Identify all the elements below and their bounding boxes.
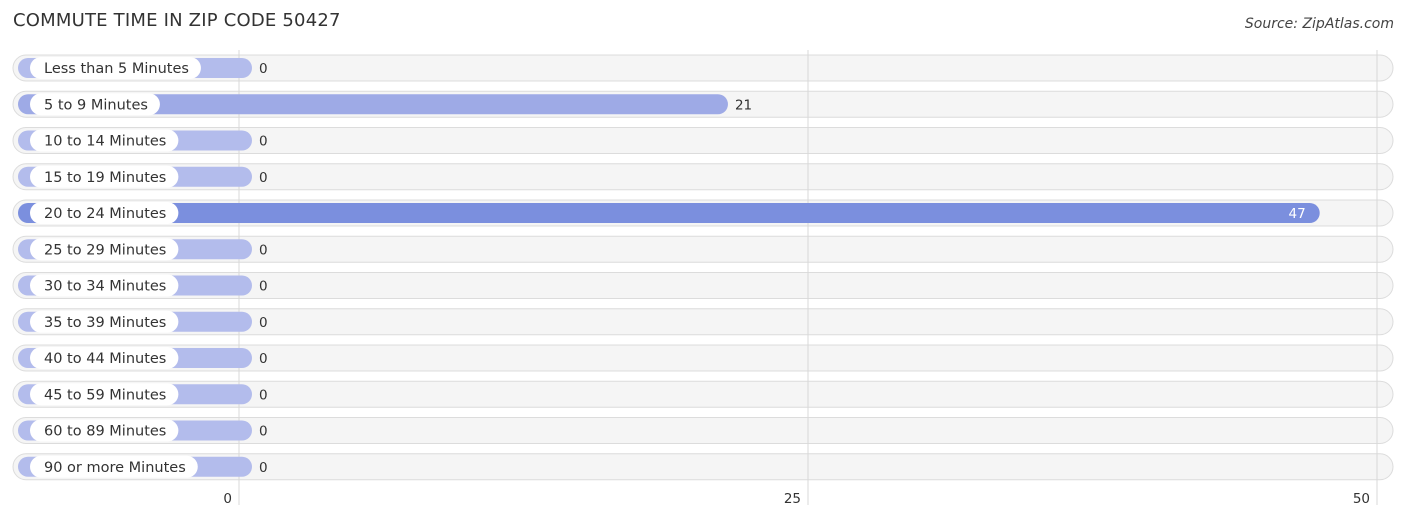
value-label: 0 [259,315,268,331]
category-label: 90 or more Minutes [44,460,186,476]
value-label: 0 [259,351,268,367]
x-tick-label: 25 [784,491,801,507]
category-label: 20 to 24 Minutes [44,206,166,222]
value-label: 47 [1289,206,1306,222]
category-label: 35 to 39 Minutes [44,315,166,331]
category-label: 25 to 29 Minutes [44,242,166,258]
category-label: 15 to 19 Minutes [44,170,166,186]
category-label: Less than 5 Minutes [44,61,189,77]
value-label: 0 [259,424,268,440]
value-label: 0 [259,242,268,258]
x-tick-label: 0 [223,491,232,507]
value-label: 0 [259,134,268,150]
category-label: 40 to 44 Minutes [44,351,166,367]
category-label: 10 to 14 Minutes [44,134,166,150]
category-label: 45 to 59 Minutes [44,387,166,403]
category-label: 5 to 9 Minutes [44,97,148,113]
bar [18,203,1320,223]
value-label: 0 [259,61,268,77]
bar-chart: Less than 5 Minutes 0 5 to 9 Minutes 21 10 t… [12,50,1394,507]
value-label: 21 [735,97,752,113]
value-label: 0 [259,387,268,403]
category-label: 60 to 89 Minutes [44,424,166,440]
value-label: 0 [259,460,268,476]
value-label: 0 [259,279,268,295]
value-label: 0 [259,170,268,186]
category-label: 30 to 34 Minutes [44,279,166,295]
x-tick-label: 50 [1353,491,1370,507]
